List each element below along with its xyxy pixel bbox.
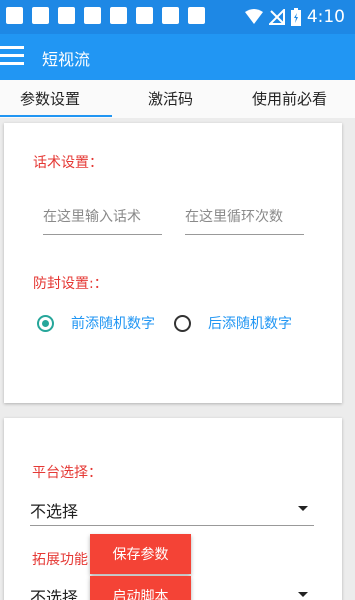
- tab-indicator: [0, 115, 112, 117]
- notification-square-icon: [58, 7, 75, 24]
- notification-square-icon: [110, 7, 127, 24]
- notification-square-icon: [136, 7, 153, 24]
- notification-square-icon: [6, 7, 23, 24]
- app-title: 短视流: [42, 50, 91, 69]
- status-time: 4:10: [306, 7, 345, 27]
- loop-count-input[interactable]: [185, 205, 304, 235]
- status-bar: 4:10: [0, 0, 355, 34]
- tab-activation-code[interactable]: 激活码: [148, 88, 193, 109]
- anti-block-label: 防封设置:：: [33, 276, 108, 292]
- notification-square-icon: [162, 7, 179, 24]
- phrase-input[interactable]: [43, 205, 162, 235]
- suffix-random-radio[interactable]: [174, 315, 191, 332]
- prefix-random-label[interactable]: 前添随机数字: [71, 313, 155, 333]
- settings-card: 话术设置： 防封设置:： 前添随机数字 后添随机数字: [4, 123, 342, 403]
- dropdown-arrow-icon: [298, 506, 308, 511]
- dropdown-arrow-icon: [298, 592, 308, 597]
- no-signal-icon: [268, 9, 285, 25]
- platform-label: 平台选择：: [32, 465, 102, 481]
- wifi-icon: [244, 9, 263, 24]
- prefix-random-radio[interactable]: [37, 315, 54, 332]
- tab-read-before-use[interactable]: 使用前必看: [252, 88, 327, 109]
- notification-square-icon: [32, 7, 49, 24]
- script-settings-label: 话术设置：: [33, 155, 103, 171]
- notification-square-icon: [84, 7, 101, 24]
- battery-icon: [290, 8, 301, 26]
- extension-label: 拓展功能: [32, 552, 88, 568]
- status-right: 4:10: [244, 5, 345, 29]
- platform-select[interactable]: 不选择: [30, 492, 314, 526]
- save-params-button[interactable]: 保存参数: [90, 534, 191, 574]
- tab-params[interactable]: 参数设置: [20, 88, 80, 109]
- hamburger-menu-icon[interactable]: [0, 46, 24, 66]
- app-bar: 短视流: [0, 34, 355, 80]
- notification-square-icon: [188, 7, 205, 24]
- suffix-random-label[interactable]: 后添随机数字: [208, 313, 292, 333]
- platform-select-value: 不选择: [30, 502, 79, 521]
- extension-select-value: 不选择: [30, 588, 79, 600]
- tab-bar: 参数设置 激活码 使用前必看: [0, 80, 355, 118]
- start-script-button[interactable]: 启动脚本: [90, 576, 191, 600]
